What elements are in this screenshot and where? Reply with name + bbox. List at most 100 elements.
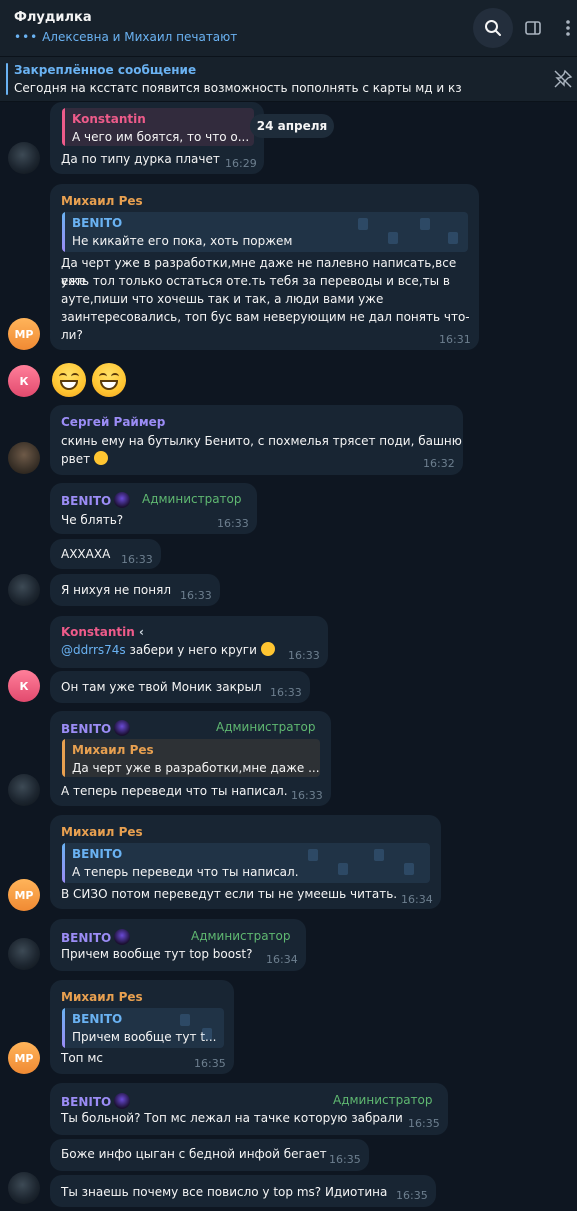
message-time: 16:33 (270, 686, 302, 699)
message-line: рвет (61, 450, 108, 468)
message-bubble[interactable]: Михаил Pes BENITO А теперь переведи что … (50, 815, 441, 909)
message-bubble[interactable]: Сергей Раймер скинь ему на бутылку Бенит… (50, 405, 463, 475)
typing-status: ••• Алексевна и Михаил печатают (14, 30, 237, 44)
message-bubble[interactable]: Михаил Pes BENITO Причем вообще тут t...… (50, 980, 234, 1074)
avatar[interactable]: К (8, 365, 40, 397)
sender-name[interactable]: BENITO (61, 1093, 131, 1109)
message-bubble[interactable]: Он там уже твой Моник закрыл 16:33 (50, 671, 310, 703)
reply-sender: BENITO (72, 216, 123, 230)
reply-sender: BENITO (72, 1012, 123, 1026)
avatar[interactable] (8, 938, 40, 970)
message-bubble[interactable]: Konstantin ‹ @ddrrs74s забери у него кру… (50, 616, 328, 668)
reply-quote[interactable]: Михаил Pes Да черт уже в разработки,мне … (62, 739, 320, 777)
message-bubble[interactable]: Ты знаешь почему все повисло у top ms? И… (50, 1175, 436, 1207)
message-bubble[interactable]: АХХАХА 16:33 (50, 539, 161, 569)
reply-bar (62, 1008, 65, 1048)
message-time: 16:34 (401, 893, 433, 906)
message-text: @ddrrs74s забери у него круги (61, 641, 275, 659)
admin-badge: Администратор (191, 929, 291, 943)
message-bubble[interactable]: Я нихуя не понял 16:33 (50, 574, 220, 606)
message-time: 16:35 (408, 1117, 440, 1130)
message-bubble[interactable]: Боже инфо цыган с бедной инфой бегает 16… (50, 1139, 369, 1171)
reply-text: Не кикайте его пока, хоть поржем (72, 234, 293, 248)
message-text: Топ мс (61, 1051, 103, 1065)
unpin-icon[interactable] (553, 69, 573, 89)
search-button[interactable] (473, 8, 513, 48)
custom-emoji-icon (114, 1093, 131, 1109)
reply-bar (62, 843, 65, 883)
sender-name[interactable]: Михаил Pes (61, 990, 143, 1004)
message-text: Он там уже твой Моник закрыл (61, 680, 262, 694)
message-time: 16:29 (225, 157, 257, 170)
avatar[interactable]: МР (8, 318, 40, 350)
sender-name[interactable]: BENITO (61, 492, 131, 508)
message-line: заинтересовались, топ бус вам неверующим… (61, 310, 470, 324)
reply-text: А чего им боятся, то что о... (72, 130, 250, 144)
message-bubble[interactable]: BENITO Администратор Ты больной? Топ мс … (50, 1083, 448, 1135)
more-menu-button[interactable] (548, 8, 577, 48)
avatar[interactable] (8, 1172, 40, 1204)
avatar[interactable]: МР (8, 1042, 40, 1074)
chat-header: Флудилка ••• Алексевна и Михаил печатают (0, 0, 577, 57)
custom-emoji-icon (114, 492, 131, 508)
reply-sender: Михаил Pes (72, 743, 154, 757)
pinned-message-bar[interactable]: Закреплённое сообщение Сегодня на кcстат… (0, 57, 577, 102)
pinned-text: Сегодня на кcстатс появится возможность … (14, 81, 462, 95)
sender-name[interactable]: Михаил Pes (61, 194, 143, 208)
message-text: Ты знаешь почему все повисло у top ms? И… (61, 1185, 388, 1199)
avatar[interactable] (8, 774, 40, 806)
message-text: Боже инфо цыган с бедной инфой бегает (61, 1147, 327, 1161)
avatar[interactable]: К (8, 670, 40, 702)
sender-name[interactable]: BENITO (61, 720, 131, 736)
admin-badge: Администратор (333, 1093, 433, 1107)
pinned-title: Закреплённое сообщение (14, 63, 197, 77)
avatar[interactable] (8, 442, 40, 474)
reply-text: А теперь переведи что ты написал. (72, 865, 299, 879)
message-time: 16:32 (423, 457, 455, 470)
message-line: ауте,пиши что хочешь так и так, а люди в… (61, 292, 384, 306)
reply-text: Причем вообще тут t... (72, 1030, 217, 1044)
reply-bar (62, 212, 65, 252)
admin-badge: Администратор (216, 720, 316, 734)
custom-emoji-icon (114, 720, 131, 736)
avatar[interactable] (8, 574, 40, 606)
message-time: 16:35 (396, 1189, 428, 1202)
reply-quote[interactable]: BENITO А теперь переведи что ты написал. (62, 843, 430, 883)
message-line: ли? (61, 328, 83, 342)
grinning-emoji-icon[interactable] (92, 363, 126, 397)
avatar[interactable]: МР (8, 879, 40, 911)
message-line: скинь ему на бутылку Бенито, с похмелья … (61, 434, 462, 448)
laughing-emoji-icon (93, 451, 108, 465)
typing-text: Алексевна и Михаил печатают (42, 30, 238, 44)
message-bubble[interactable]: BENITO Администратор Че блять? 16:33 (50, 483, 257, 534)
more-vertical-icon (566, 20, 570, 36)
message-bubble[interactable]: Михаил Pes BENITO Не кикайте его пока, х… (50, 184, 479, 350)
back-arrow-icon: ‹ (138, 625, 144, 639)
sidebar-toggle-button[interactable] (513, 8, 553, 48)
sender-name[interactable]: BENITO (61, 929, 131, 945)
reply-quote[interactable]: BENITO Не кикайте его пока, хоть поржем (62, 212, 468, 252)
reply-sender: BENITO (72, 847, 123, 861)
chat-title[interactable]: Флудилка (14, 10, 92, 25)
mention-link[interactable]: @ddrrs74s (61, 643, 126, 657)
message-time: 16:33 (291, 789, 323, 802)
message-bubble[interactable]: BENITO Администратор Михаил Pes Да черт … (50, 711, 331, 806)
message-time: 16:33 (180, 589, 212, 602)
grinning-emoji-icon[interactable] (52, 363, 86, 397)
reply-bar (62, 739, 65, 777)
avatar[interactable] (8, 142, 40, 174)
sender-name[interactable]: Михаил Pes (61, 825, 143, 839)
message-text: Причем вообще тут top boost? (61, 947, 253, 961)
message-time: 16:31 (439, 333, 471, 346)
message-text: А теперь переведи что ты написал. (61, 784, 288, 798)
message-text: Ты больной? Топ мс лежал на тачке котору… (61, 1111, 403, 1125)
reply-quote[interactable]: Konstantin А чего им боятся, то что о... (62, 108, 254, 146)
sender-name[interactable]: Сергей Раймер (61, 415, 165, 429)
message-time: 16:33 (288, 649, 320, 662)
message-bubble[interactable]: Konstantin А чего им боятся, то что о...… (50, 102, 264, 174)
sender-name[interactable]: Konstantin ‹ (61, 625, 144, 639)
reply-bar (62, 108, 65, 146)
message-bubble[interactable]: BENITO Администратор Причем вообще тут t… (50, 919, 306, 971)
reply-quote[interactable]: BENITO Причем вообще тут t... (62, 1008, 224, 1048)
custom-emoji-icon (114, 929, 131, 945)
